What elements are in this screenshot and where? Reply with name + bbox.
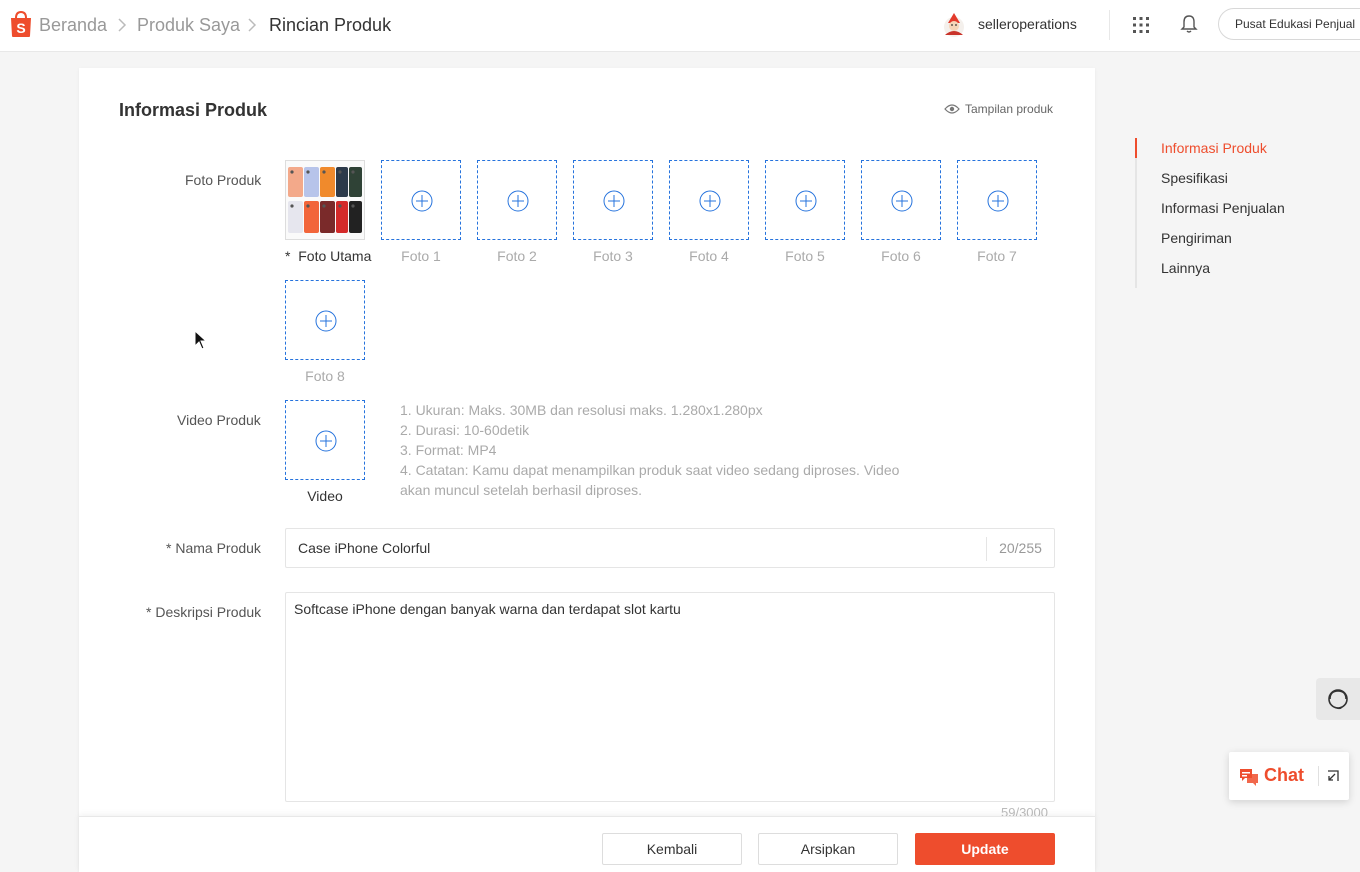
top-header: S Beranda Produk Saya Rincian Produk sel… xyxy=(0,0,1360,52)
apps-grid-icon[interactable] xyxy=(1132,16,1150,34)
product-name-input[interactable]: Case iPhone Colorful 20/255 xyxy=(285,528,1055,568)
eye-icon xyxy=(944,104,960,114)
video-requirement-format: 3. Format: MP4 xyxy=(400,442,497,458)
section-nav: Informasi Produk Spesifikasi Informasi P… xyxy=(1135,138,1335,288)
nav-item-sales-info[interactable]: Informasi Penjualan xyxy=(1137,198,1335,228)
product-description-textarea[interactable]: Softcase iPhone dengan banyak warna dan … xyxy=(285,592,1055,802)
plus-circle-icon xyxy=(891,190,913,212)
chat-bubble-icon xyxy=(1240,769,1258,786)
archive-button[interactable]: Arsipkan xyxy=(758,833,898,865)
plus-circle-icon xyxy=(315,430,337,452)
photo-slot-label: Foto 5 xyxy=(785,248,825,264)
product-name-counter: 20/255 xyxy=(986,537,1054,561)
chat-label: Chat xyxy=(1264,765,1304,785)
support-button[interactable] xyxy=(1316,678,1360,720)
plus-circle-icon xyxy=(507,190,529,212)
nav-item-specifications[interactable]: Spesifikasi xyxy=(1137,168,1335,198)
chevron-right-icon xyxy=(118,18,127,32)
phone-cases-image xyxy=(286,161,364,239)
photo-upload-slot-3[interactable] xyxy=(573,160,653,240)
video-label: Video Produk xyxy=(177,412,261,428)
photo-slot-label: Foto 7 xyxy=(977,248,1017,264)
plus-circle-icon xyxy=(411,190,433,212)
chat-widget[interactable]: Chat xyxy=(1229,752,1349,800)
photo-slot-label: Foto 2 xyxy=(497,248,537,264)
nav-item-product-info[interactable]: Informasi Produk xyxy=(1135,138,1335,168)
plus-circle-icon xyxy=(795,190,817,212)
plus-circle-icon xyxy=(603,190,625,212)
chevron-right-icon xyxy=(248,18,257,32)
svg-text:S: S xyxy=(16,20,25,36)
username[interactable]: selleroperations xyxy=(978,16,1077,32)
section-title: Informasi Produk xyxy=(119,100,268,120)
avatar[interactable] xyxy=(940,11,968,39)
main-photo-thumbnail[interactable] xyxy=(285,160,365,240)
shopee-logo-icon[interactable]: S xyxy=(8,10,34,38)
back-button[interactable]: Kembali xyxy=(602,833,742,865)
product-name-label: * Nama Produk xyxy=(166,540,261,556)
photo-slot-label: Foto 3 xyxy=(593,248,633,264)
plus-circle-icon xyxy=(699,190,721,212)
photo-upload-slot-5[interactable] xyxy=(765,160,845,240)
product-info-card: Informasi Produk Tampilan produk Foto Pr… xyxy=(79,68,1095,872)
video-upload-slot[interactable] xyxy=(285,400,365,480)
product-description-value: Softcase iPhone dengan banyak warna dan … xyxy=(294,601,681,617)
nav-item-others[interactable]: Lainnya xyxy=(1137,258,1335,288)
video-slot-label: Video xyxy=(307,488,343,504)
photo-upload-slot-8[interactable] xyxy=(285,280,365,360)
product-preview-link[interactable]: Tampilan produk xyxy=(944,102,1053,116)
mouse-cursor-icon xyxy=(194,330,208,350)
nav-item-shipping[interactable]: Pengiriman xyxy=(1137,228,1335,258)
product-description-label: * Deskripsi Produk xyxy=(146,604,262,620)
video-requirement-duration: 2. Durasi: 10-60detik xyxy=(400,422,530,438)
plus-circle-icon xyxy=(315,310,337,332)
chat-divider xyxy=(1318,766,1319,786)
breadcrumb-current: Rincian Produk xyxy=(269,15,392,35)
photo-slot-label: Foto 8 xyxy=(305,368,345,384)
photo-upload-slot-2[interactable] xyxy=(477,160,557,240)
photo-slot-label: Foto 6 xyxy=(881,248,921,264)
photo-label: Foto Produk xyxy=(185,172,262,188)
photo-slot-label: Foto 4 xyxy=(689,248,729,264)
product-name-value: Case iPhone Colorful xyxy=(298,540,431,556)
breadcrumb-home[interactable]: Beranda xyxy=(39,14,107,36)
photo-upload-slot-4[interactable] xyxy=(669,160,749,240)
update-button[interactable]: Update xyxy=(915,833,1055,865)
bell-icon[interactable] xyxy=(1180,14,1198,34)
video-requirement-note: 4. Catatan: Kamu dapat menampilkan produ… xyxy=(400,462,900,498)
photo-upload-slot-1[interactable] xyxy=(381,160,461,240)
main-photo-label: * Foto Utama xyxy=(285,248,372,264)
seller-education-button[interactable]: Pusat Edukasi Penjual xyxy=(1218,8,1360,40)
photo-slot-label: Foto 1 xyxy=(401,248,441,264)
photo-upload-slot-6[interactable] xyxy=(861,160,941,240)
plus-circle-icon xyxy=(987,190,1009,212)
headset-icon xyxy=(1328,689,1348,710)
expand-icon[interactable] xyxy=(1326,769,1340,783)
photo-upload-slot-7[interactable] xyxy=(957,160,1037,240)
breadcrumb-my-products[interactable]: Produk Saya xyxy=(137,14,240,36)
preview-link-label: Tampilan produk xyxy=(965,102,1054,116)
video-requirement-size: 1. Ukuran: Maks. 30MB dan resolusi maks.… xyxy=(400,402,763,418)
video-requirements: 1. Ukuran: Maks. 30MB dan resolusi maks.… xyxy=(400,400,920,500)
action-footer: Kembali Arsipkan Update xyxy=(79,816,1095,872)
header-divider xyxy=(1109,10,1110,40)
